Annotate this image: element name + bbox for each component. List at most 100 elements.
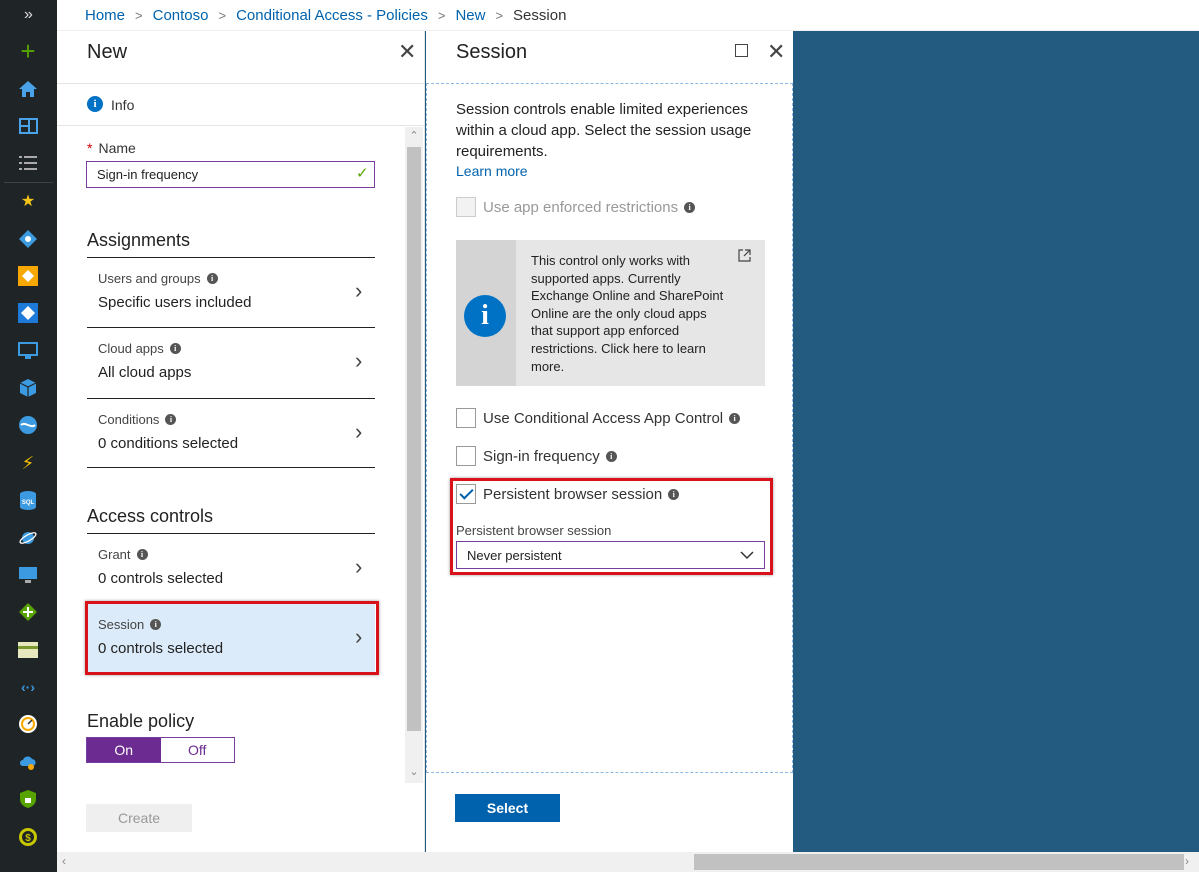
advisor-icon[interactable]	[17, 713, 39, 735]
horizontal-scrollbar[interactable]: ‹ ›	[57, 852, 1199, 872]
persistent-session-dropdown[interactable]: Never persistent	[456, 541, 765, 569]
breadcrumb-contoso[interactable]: Contoso	[153, 7, 209, 24]
favorites-star-icon[interactable]: ★	[17, 190, 39, 212]
close-icon[interactable]: ✕	[767, 41, 785, 63]
svg-text:$: $	[25, 833, 31, 844]
scroll-down-icon[interactable]: ⌄	[405, 765, 423, 778]
breadcrumb-home[interactable]: Home	[85, 7, 125, 24]
chevron-right-icon: ›	[355, 278, 363, 303]
maximize-icon[interactable]	[735, 44, 748, 57]
app-control-checkbox[interactable]	[456, 408, 476, 428]
resource-groups-icon[interactable]	[17, 265, 39, 287]
name-label: Name	[98, 140, 136, 156]
info-icon[interactable]: i	[136, 549, 148, 560]
info-note[interactable]: i This control only works with supported…	[456, 240, 765, 386]
chevron-right-icon: ›	[355, 624, 363, 649]
info-icon[interactable]: i	[150, 619, 162, 630]
session-row[interactable]: Session i 0 controls selected ›	[87, 603, 375, 673]
portal-sidebar: » + ★ ⚡ SQL ‹·› $	[0, 0, 57, 872]
persistent-session-checkbox[interactable]	[456, 484, 476, 504]
scrollbar-thumb[interactable]	[694, 854, 1184, 870]
signin-frequency-option[interactable]: Sign-in frequency i	[456, 446, 617, 466]
info-icon[interactable]: i	[729, 412, 741, 424]
app-enforced-label: Use app enforced restrictions	[483, 198, 679, 216]
new-policy-blade: New ✕ i Info * Name Sign-in frequency ✓ A…	[57, 31, 425, 852]
monitor-icon[interactable]	[17, 564, 39, 586]
name-input[interactable]: Sign-in frequency	[86, 161, 375, 188]
home-icon[interactable]	[17, 78, 39, 100]
load-balancer-icon[interactable]	[17, 601, 39, 623]
globe-icon[interactable]	[17, 414, 39, 436]
info-icon[interactable]: i	[206, 273, 218, 284]
grant-row[interactable]: Grant i 0 controls selected ›	[87, 533, 375, 603]
row-value: 0 controls selected	[98, 640, 224, 657]
dropdown-value: Never persistent	[467, 548, 562, 563]
cloud-icon[interactable]	[17, 751, 39, 773]
session-content: Session controls enable limited experien…	[426, 83, 793, 773]
breadcrumb-session: Session	[513, 7, 567, 24]
name-field-label: * Name	[87, 140, 136, 156]
close-icon[interactable]: ✕	[398, 41, 416, 63]
chevron-right-icon: >	[218, 8, 227, 23]
learn-more-link[interactable]: Learn more	[456, 163, 528, 179]
scroll-left-icon[interactable]: ‹	[62, 854, 66, 868]
vertical-scrollbar[interactable]: ⌃ ⌄	[405, 127, 423, 783]
dropdown-label: Persistent browser session	[456, 523, 612, 538]
info-icon[interactable]: i	[668, 488, 680, 500]
cosmos-db-icon[interactable]	[17, 527, 39, 549]
azure-ad-icon[interactable]	[17, 228, 39, 250]
toggle-on[interactable]: On	[87, 738, 161, 762]
conditions-row[interactable]: Conditions i 0 conditions selected ›	[87, 398, 375, 468]
info-icon[interactable]: i	[684, 201, 696, 213]
blade-content: * Name Sign-in frequency ✓ Assignments Us…	[57, 127, 424, 783]
note-text: This control only works with supported a…	[531, 253, 724, 374]
chevron-right-icon: >	[437, 8, 446, 23]
app-enforced-restrictions-option: Use app enforced restrictions i	[456, 197, 696, 217]
row-value: 0 conditions selected	[98, 435, 239, 452]
info-icon[interactable]: i	[165, 414, 177, 425]
virtual-machines-icon[interactable]	[17, 340, 39, 362]
function-app-icon[interactable]: ⚡	[17, 452, 39, 474]
breadcrumb-policies[interactable]: Conditional Access - Policies	[236, 7, 428, 24]
create-button[interactable]: Create	[86, 804, 192, 832]
svg-text:SQL: SQL	[22, 500, 35, 506]
create-resource-icon[interactable]: +	[17, 36, 39, 66]
scrollbar-thumb[interactable]	[407, 147, 421, 731]
breadcrumb-new[interactable]: New	[455, 7, 485, 24]
cost-management-icon[interactable]: $	[17, 826, 39, 848]
access-controls-heading: Access controls	[87, 506, 214, 526]
dashboard-icon[interactable]	[17, 115, 39, 137]
cube-icon[interactable]	[17, 377, 39, 399]
toggle-off[interactable]: Off	[160, 738, 234, 762]
app-control-option[interactable]: Use Conditional Access App Control i	[456, 408, 741, 428]
expand-menu-icon[interactable]: »	[0, 6, 57, 24]
row-title: Users and groups i	[98, 271, 218, 286]
info-icon[interactable]: i	[605, 450, 617, 462]
select-button[interactable]: Select	[455, 794, 560, 822]
cloud-apps-row[interactable]: Cloud apps i All cloud apps ›	[87, 327, 375, 397]
app-enforced-checkbox	[456, 197, 476, 217]
note-icon-area: i	[456, 240, 516, 386]
security-shield-icon[interactable]	[17, 788, 39, 810]
external-link-icon[interactable]	[738, 249, 751, 265]
info-link[interactable]: i Info	[57, 83, 424, 126]
info-icon[interactable]: i	[169, 343, 181, 354]
app-services-icon[interactable]	[17, 302, 39, 324]
app-control-label: Use Conditional Access App Control	[483, 409, 724, 427]
chevron-right-icon: ›	[355, 554, 363, 579]
users-and-groups-row[interactable]: Users and groups i Specific users include…	[87, 257, 375, 327]
virtual-network-icon[interactable]: ‹·›	[17, 676, 39, 698]
chevron-right-icon: >	[135, 8, 143, 23]
enable-policy-heading: Enable policy	[87, 711, 195, 731]
storage-account-icon[interactable]	[17, 639, 39, 661]
required-asterisk: *	[87, 140, 93, 156]
enable-policy-toggle[interactable]: On Off	[86, 737, 235, 763]
scroll-up-icon[interactable]: ⌃	[405, 129, 423, 142]
breadcrumb-bar: Home > Contoso > Conditional Access - Po…	[57, 0, 1199, 31]
all-services-icon[interactable]	[17, 152, 39, 174]
signin-frequency-checkbox[interactable]	[456, 446, 476, 466]
sql-database-icon[interactable]: SQL	[17, 489, 39, 511]
chevron-right-icon: ›	[355, 419, 363, 444]
scroll-right-icon[interactable]: ›	[1185, 854, 1189, 868]
persistent-session-option[interactable]: Persistent browser session i	[456, 484, 680, 504]
